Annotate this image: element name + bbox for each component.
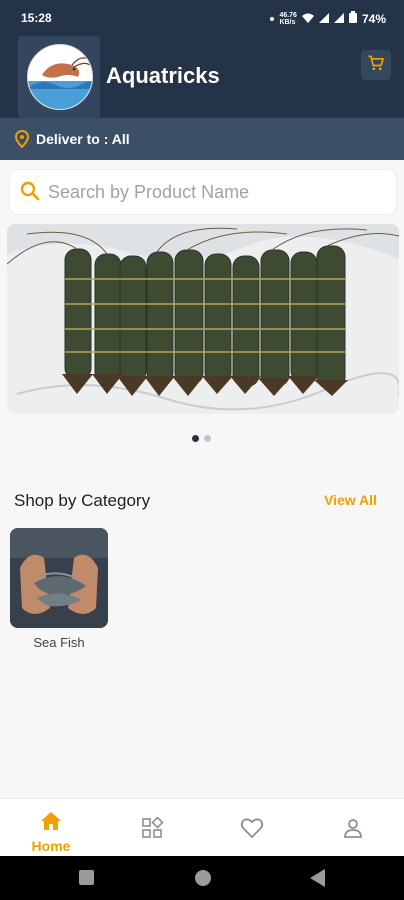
location-pin-icon: [14, 129, 30, 151]
search-bar[interactable]: Search by Product Name: [10, 170, 396, 214]
network-speed: 46.76 KB/s: [279, 11, 297, 26]
app-header: Aquatricks: [0, 36, 404, 118]
nav-favorites[interactable]: [222, 817, 282, 844]
section-title: Shop by Category: [14, 491, 151, 510]
deliver-to-label: Deliver to : All: [36, 131, 130, 147]
cart-icon: [366, 53, 386, 78]
category-label: Sea Fish: [33, 635, 85, 650]
wifi-icon: [301, 12, 314, 26]
back-button[interactable]: [310, 869, 326, 892]
heart-icon: [240, 818, 264, 843]
nav-categories[interactable]: [122, 816, 182, 844]
category-card-sea-fish[interactable]: [10, 528, 108, 628]
home-system-button[interactable]: [195, 870, 211, 886]
system-nav-bar: [0, 856, 404, 900]
carousel-dots: [192, 435, 211, 442]
app-title: Aquatricks: [106, 63, 220, 88]
battery-icon: [348, 11, 357, 26]
categories-icon: [141, 816, 164, 843]
status-time: 15:28: [21, 11, 52, 25]
nav-home[interactable]: Home: [21, 811, 81, 854]
carousel-dot-active[interactable]: [192, 435, 199, 442]
nav-home-label: Home: [31, 838, 71, 854]
notification-dot-icon: [270, 16, 275, 21]
home-icon: [40, 812, 62, 835]
shrimp-logo-icon: [27, 44, 93, 110]
carousel-dot[interactable]: [204, 435, 211, 442]
signal-2-icon: [333, 12, 344, 26]
status-icons: 46.76 KB/s 74%: [270, 11, 386, 26]
search-icon: [20, 181, 40, 206]
promo-carousel[interactable]: [7, 224, 399, 414]
signal-icon: [318, 12, 329, 26]
search-placeholder: Search by Product Name: [48, 182, 250, 202]
logo-tile[interactable]: [18, 36, 100, 118]
cart-button[interactable]: [361, 50, 391, 80]
deliver-to-bar[interactable]: Deliver to : All: [0, 118, 404, 160]
recents-button[interactable]: [79, 870, 94, 885]
bottom-navigation: Home: [0, 798, 404, 857]
status-bar: 15:28 46.76 KB/s 74%: [0, 0, 404, 36]
prawns-banner-image: [7, 224, 399, 414]
battery-percent: 74%: [361, 11, 386, 26]
sea-fish-image: [10, 528, 108, 628]
profile-icon: [342, 819, 364, 843]
nav-profile[interactable]: [323, 817, 383, 844]
view-all-link[interactable]: View All: [324, 492, 377, 508]
